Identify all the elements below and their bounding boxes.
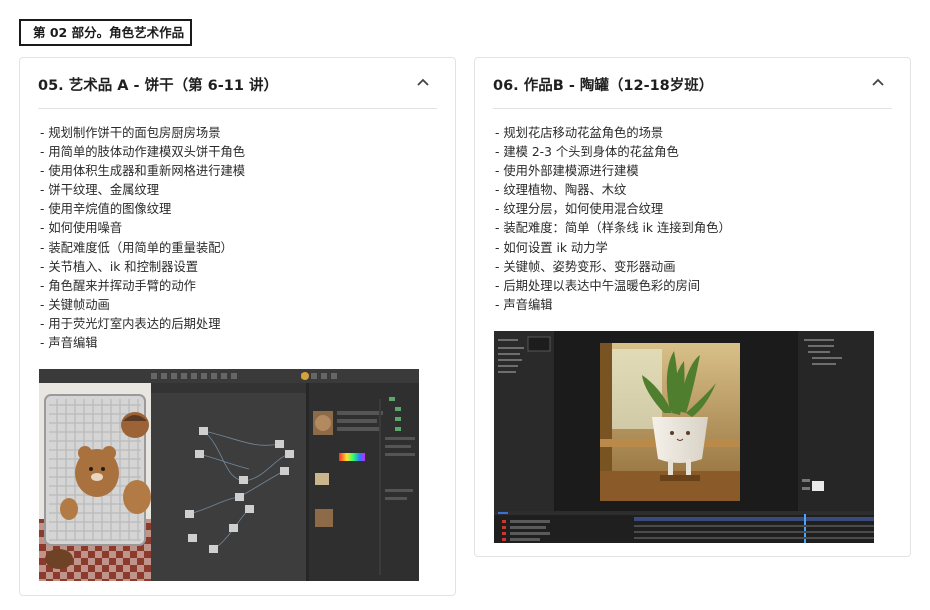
list-item: - 使用外部建模源进行建模: [495, 164, 639, 179]
card-title: 06. 作品B - 陶罐（12-18岁班）: [493, 78, 714, 94]
course-card-06: 06. 作品B - 陶罐（12-18岁班） - 规划花店移动花盆角色的场景 - …: [474, 57, 911, 557]
list-item: - 用简单的肢体动作建模双头饼干角色: [40, 145, 246, 160]
list-item: - 饼干纹理、金属纹理: [40, 183, 160, 198]
list-item: - 规划制作饼干的面包房厨房场景: [40, 126, 221, 140]
card-title: 05. 艺术品 A - 饼干（第 6-11 讲）: [38, 78, 278, 94]
list-item: - 后期处理以表达中午温暖色彩的房间: [495, 278, 701, 293]
list-item: - 关节植入、ik 和控制器设置: [40, 259, 199, 274]
card-header[interactable]: 05. 艺术品 A - 饼干（第 6-11 讲）: [38, 58, 437, 109]
list-item: - 如何设置 ik 动力学: [495, 240, 608, 255]
after-effects-screenshot: [494, 331, 874, 543]
list-item: - 关键帧、姿势变形、变形器动画: [495, 259, 676, 274]
feature-list: - 规划制作饼干的面包房厨房场景 - 用简单的肢体动作建模双头饼干角色 - 使用…: [40, 124, 245, 353]
list-item: - 如何使用噪音: [40, 221, 123, 236]
card-header[interactable]: 06. 作品B - 陶罐（12-18岁班）: [493, 58, 892, 109]
section-label: 第 02 部分。角色艺术作品: [19, 19, 192, 46]
list-item: - 装配难度：简单（样条线 ik 连接到角色）: [495, 221, 731, 236]
list-item: - 建模 2-3 个头到身体的花盆角色: [495, 145, 679, 160]
list-item: - 关键帧动画: [40, 297, 110, 312]
list-item: - 纹理分层，如何使用混合纹理: [495, 202, 664, 217]
list-item: - 声音编辑: [495, 297, 553, 312]
course-card-05: 05. 艺术品 A - 饼干（第 6-11 讲） - 规划制作饼干的面包房厨房场…: [19, 57, 456, 596]
list-item: - 声音编辑: [40, 336, 98, 351]
list-item: - 使用体积生成器和重新网格进行建模: [40, 164, 246, 179]
list-item: - 角色醒来并挥动手臂的动作: [40, 278, 196, 293]
feature-list: - 规划花店移动花盆角色的场景 - 建模 2-3 个头到身体的花盆角色 - 使用…: [495, 124, 731, 315]
chevron-up-icon[interactable]: [417, 78, 429, 88]
list-item: - 用于荧光灯室内表达的后期处理: [40, 316, 221, 331]
list-item: - 纹理植物、陶器、木纹: [495, 183, 627, 198]
node-editor-screenshot: [39, 369, 419, 581]
list-item: - 规划花店移动花盆角色的场景: [495, 126, 664, 140]
chevron-up-icon[interactable]: [872, 78, 884, 88]
list-item: - 装配难度低（用简单的重量装配）: [40, 240, 233, 255]
list-item: - 使用辛烷值的图像纹理: [40, 202, 172, 217]
